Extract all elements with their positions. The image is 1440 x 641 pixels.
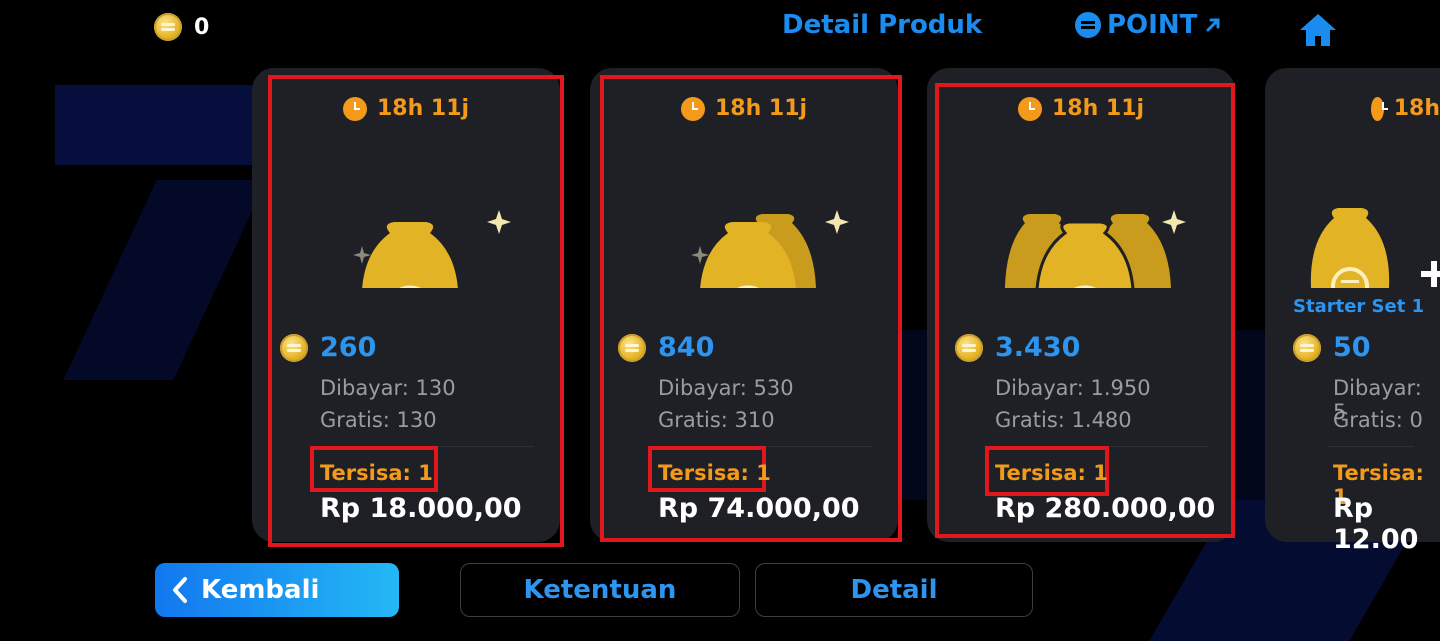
price-label: Rp 74.000,00 xyxy=(658,493,860,524)
price-label: Rp 12.00 xyxy=(1333,493,1419,555)
coin-icon xyxy=(618,333,646,362)
remaining-label: Tersisa: 1 xyxy=(995,461,1108,485)
coin-amount: 3.430 xyxy=(995,332,1081,363)
coin-amount: 260 xyxy=(320,332,377,363)
chevron-left-icon xyxy=(173,577,187,603)
point-icon xyxy=(1075,12,1101,38)
coin-icon xyxy=(955,333,983,362)
free-amount: Gratis: 1.480 xyxy=(995,408,1132,432)
divider xyxy=(1327,446,1414,447)
detail-button[interactable]: Detail xyxy=(755,563,1033,617)
background-stripe xyxy=(55,85,255,165)
divider xyxy=(652,446,872,447)
coin-icon xyxy=(280,333,308,362)
paid-amount: Dibayar: 530 xyxy=(658,376,794,400)
money-bag-icon xyxy=(691,210,849,288)
back-button-label: Kembali xyxy=(201,575,320,605)
set-label: Starter Set 1 xyxy=(1293,296,1425,317)
clock-icon xyxy=(1017,96,1042,121)
timer-text: 18h 11j xyxy=(376,96,470,121)
free-amount: Gratis: 0 xyxy=(1333,408,1423,432)
money-bag-icon xyxy=(1004,210,1186,288)
point-link[interactable]: POINT xyxy=(1075,10,1223,40)
coin-icon xyxy=(1293,333,1321,362)
timer-text: 18h 11j xyxy=(1051,96,1145,121)
product-card[interactable]: 18h 11j 840 Dibayar: 530 Gratis: 310 Ter… xyxy=(590,68,902,542)
terms-button[interactable]: Ketentuan xyxy=(460,563,740,617)
timer-text: 18h xyxy=(1393,96,1440,121)
coin-balance: 0 xyxy=(154,13,209,41)
free-amount: Gratis: 130 xyxy=(320,408,437,432)
money-bag-icon xyxy=(353,210,511,288)
free-amount: Gratis: 310 xyxy=(658,408,775,432)
coin-amount: 50 xyxy=(1333,332,1371,363)
product-card[interactable]: 18h 11j 260 Dibayar: 130 Gratis: 130 Ter… xyxy=(252,68,564,547)
coin-amount: 840 xyxy=(658,332,715,363)
coin-icon xyxy=(154,13,182,41)
clock-icon xyxy=(1371,96,1388,121)
home-icon[interactable] xyxy=(1298,10,1338,50)
point-label: POINT xyxy=(1107,10,1198,40)
divider xyxy=(989,446,1209,447)
product-card[interactable]: 18h Starter Set 1 50 Dibayar: 5 Gratis: … xyxy=(1265,68,1440,555)
price-label: Rp 280.000,00 xyxy=(995,493,1216,524)
coin-balance-value: 0 xyxy=(194,14,210,40)
back-button[interactable]: Kembali xyxy=(155,563,399,617)
page-title: Detail Produk xyxy=(782,10,983,40)
money-bag-icon xyxy=(1310,208,1440,288)
price-label: Rp 18.000,00 xyxy=(320,493,522,524)
background-stripe xyxy=(63,180,267,380)
remaining-label: Tersisa: 1 xyxy=(320,461,433,485)
product-card[interactable]: 18h 11j 3.430 Dibayar: 1.950 Gratis: 1.4… xyxy=(927,68,1235,542)
clock-icon xyxy=(680,96,705,121)
paid-amount: Dibayar: 1.950 xyxy=(995,376,1151,400)
paid-amount: Dibayar: 130 xyxy=(320,376,456,400)
divider xyxy=(314,446,534,447)
external-link-icon xyxy=(1206,18,1220,32)
clock-icon xyxy=(342,96,367,121)
timer-text: 18h 11j xyxy=(714,96,808,121)
remaining-label: Tersisa: 1 xyxy=(658,461,771,485)
